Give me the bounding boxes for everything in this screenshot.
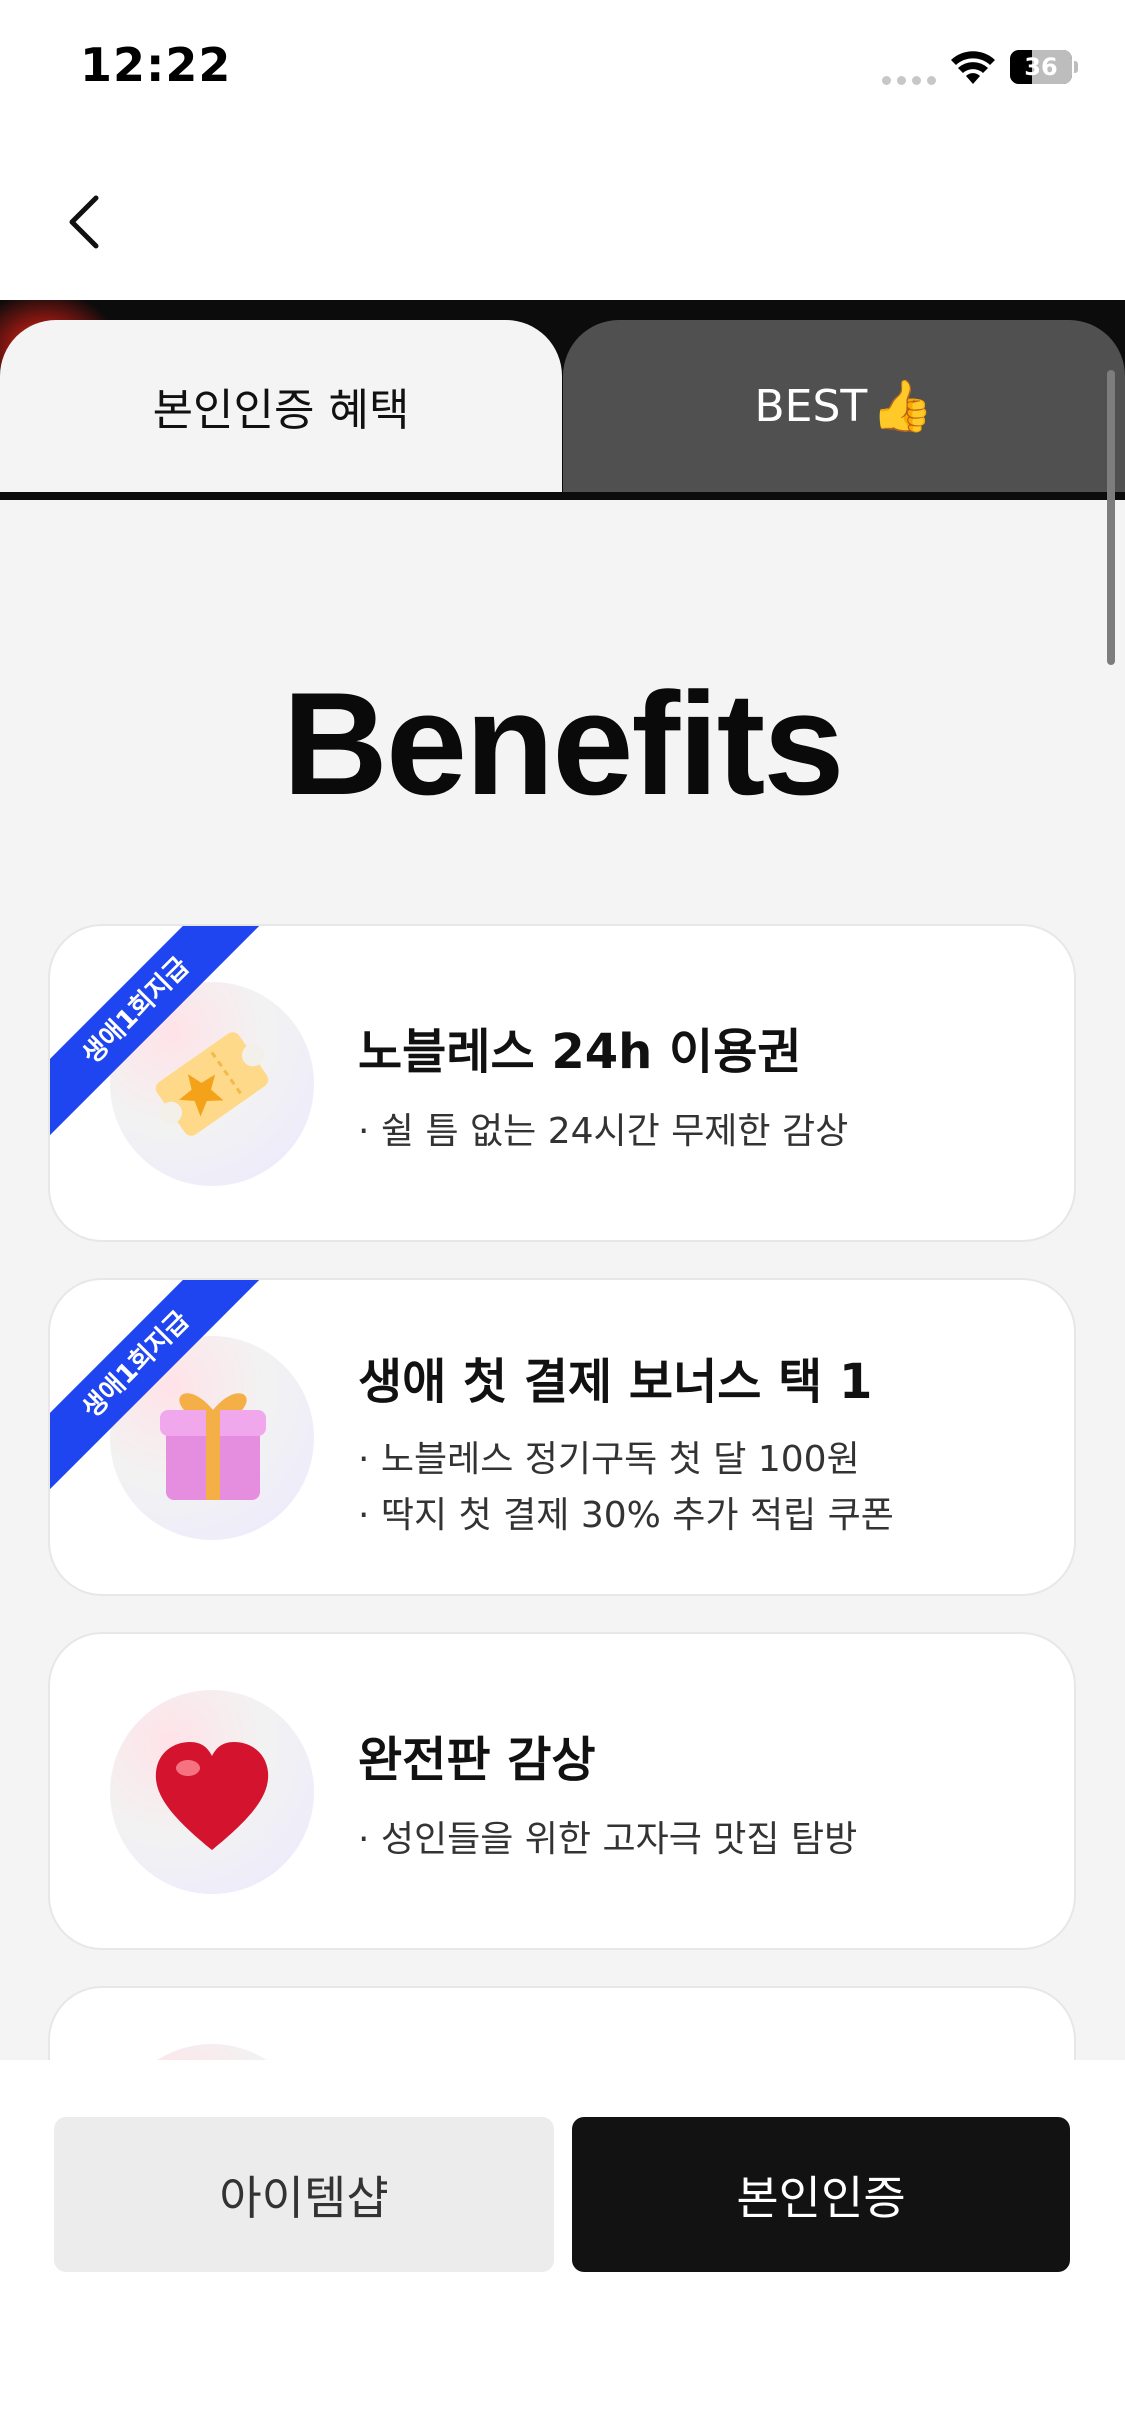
card-title: 완전판 감상 — [358, 1732, 596, 1788]
wifi-icon — [951, 51, 995, 84]
tab-label: 본인인증 혜택 — [152, 385, 410, 436]
back-button[interactable] — [50, 180, 120, 260]
card-description: · 노블레스 정기구독 첫 달 100원 — [358, 1439, 860, 1480]
benefit-card-full-version[interactable]: 완전판 감상 · 성인들을 위한 고자극 맛집 탐방 — [48, 1632, 1076, 1950]
tab-verification-benefits[interactable]: 본인인증 혜택 — [0, 320, 562, 492]
card-description: · 성인들을 위한 고자극 맛집 탐방 — [358, 1819, 858, 1860]
status-bar: 12:22 36 — [0, 0, 1125, 140]
card-description: · 쉴 틈 없는 24시간 무제한 감상 — [358, 1111, 849, 1152]
tab-best[interactable]: BEST 👍 — [563, 320, 1125, 492]
battery-percent: 36 — [1024, 53, 1058, 81]
page-title: Benefits — [282, 662, 844, 825]
card-title: 노블레스 24h 이용권 — [358, 1024, 802, 1080]
nav-bar — [0, 140, 1125, 300]
battery-icon: 36 — [1010, 50, 1078, 84]
icon-circle — [110, 1690, 314, 1894]
item-shop-button[interactable]: 아이템샵 — [54, 2117, 554, 2272]
benefit-card-noblesse-pass[interactable]: 생애1회지급 노블레스 24h 이용권 · 쉴 틈 없는 24시간 무제한 감상 — [48, 924, 1076, 1242]
benefit-card-first-payment-bonus[interactable]: 생애1회지급 생애 첫 결제 보너스 택 1 · 노블레스 정기구독 첫 달 1… — [48, 1278, 1076, 1596]
card-title: 생애 첫 결제 보너스 택 1 — [358, 1354, 873, 1410]
cellular-signal-icon — [882, 76, 936, 85]
scrollbar[interactable] — [1107, 370, 1115, 665]
benefits-content: 본인인증 혜택 BEST 👍 Benefits 생애1회지급 노블레스 24h 이… — [0, 300, 1125, 2060]
icon-circle — [110, 2044, 314, 2060]
bottom-action-bar: 아이템샵 본인인증 — [0, 2060, 1125, 2436]
verify-identity-button[interactable]: 본인인증 — [572, 2117, 1070, 2272]
thumbs-up-icon: 👍 — [871, 376, 934, 435]
chevron-left-icon — [69, 195, 99, 249]
card-description: · 딱지 첫 결제 30% 추가 적립 쿠폰 — [358, 1495, 894, 1536]
tab-label: BEST — [754, 380, 868, 432]
benefit-card-partial[interactable] — [48, 1986, 1076, 2060]
heart-icon — [155, 1742, 269, 1850]
status-time: 12:22 — [80, 38, 232, 92]
